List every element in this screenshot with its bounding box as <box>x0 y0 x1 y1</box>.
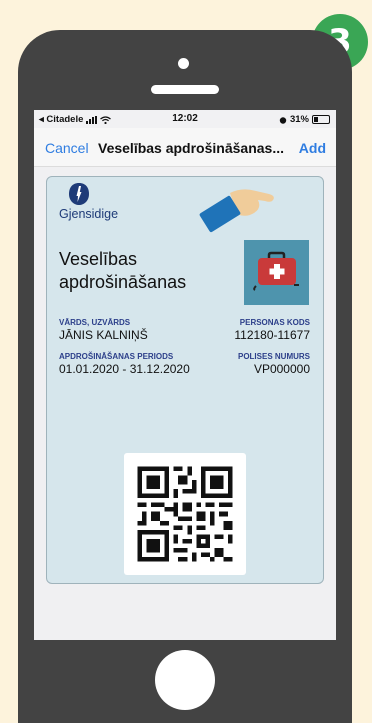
earpiece-speaker <box>151 85 219 94</box>
policy-label: POLISES NUMURS <box>237 352 310 361</box>
policy-value: VP000000 <box>253 362 310 376</box>
name-field: VĀRDS, UZVĀRDS JĀNIS KALNIŅŠ <box>59 318 148 342</box>
add-button[interactable]: Add <box>299 140 326 156</box>
name-value: JĀNIS KALNIŅŠ <box>59 328 148 342</box>
alarm-icon <box>279 116 287 124</box>
status-right: 31% <box>279 114 330 125</box>
name-label: VĀRDS, UZVĀRDS <box>59 318 131 327</box>
battery-percent: 31% <box>289 114 309 125</box>
period-field: APDROŠINĀŠANAS PERIODS 01.01.2020 - 31.1… <box>59 352 190 376</box>
qr-code-icon <box>137 466 233 562</box>
qr-code-container <box>124 453 246 575</box>
period-value: 01.01.2020 - 31.12.2020 <box>59 362 190 376</box>
phone-screen: ◂ Citadele 12:02 31% Cancel Veselības ap… <box>34 110 336 640</box>
navigation-bar: Cancel Veselības apdrošināšanas... Add <box>34 128 336 167</box>
cancel-button[interactable]: Cancel <box>45 140 89 156</box>
first-aid-kit-icon <box>244 240 309 305</box>
brand-name: Gjensidige <box>59 207 119 221</box>
personal-code-value: 112180-11677 <box>234 328 310 342</box>
gjensidige-logo-icon <box>69 183 89 205</box>
phone-frame: ◂ Citadele 12:02 31% Cancel Veselības ap… <box>18 30 352 723</box>
front-camera <box>178 58 189 69</box>
pass-title: Veselības apdrošināšanas <box>59 249 187 292</box>
period-label: APDROŠINĀŠANAS PERIODS <box>59 352 174 361</box>
status-bar: ◂ Citadele 12:02 31% <box>34 110 336 128</box>
nav-title: Veselības apdrošināšanas... <box>98 140 284 156</box>
home-button[interactable] <box>155 650 215 710</box>
personal-code-label: PERSONAS KODS <box>239 318 310 327</box>
personal-code-field: PERSONAS KODS 112180-11677 <box>234 318 310 342</box>
policy-field: POLISES NUMURS VP000000 <box>238 352 310 376</box>
pointing-hand-icon <box>199 189 274 233</box>
wallet-pass-card: Gjensidige Veselības apdrošināšanas VĀRD… <box>46 176 324 584</box>
battery-icon <box>312 115 330 124</box>
